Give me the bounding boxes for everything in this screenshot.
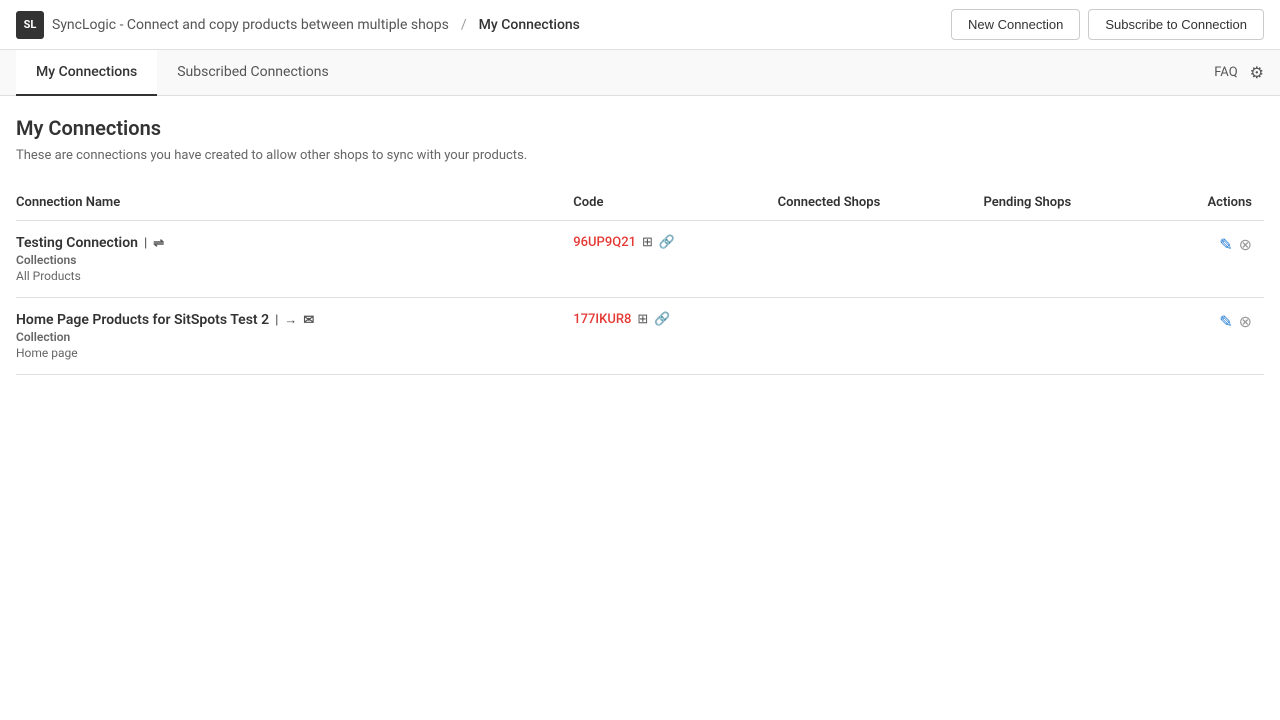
breadcrumb-separator: /	[461, 17, 467, 33]
app-logo: SL	[16, 11, 44, 39]
col-header-code: Code	[573, 187, 777, 221]
header: SL SyncLogic - Connect and copy products…	[0, 0, 1280, 50]
subscribe-to-connection-button[interactable]: Subscribe to Connection	[1088, 9, 1264, 40]
row1-code-cell: 96UP9Q21 ⊞ 🔗	[573, 221, 777, 298]
row2-pipe: |	[275, 313, 278, 328]
row1-edit-icon[interactable]: ✎	[1219, 235, 1232, 254]
row2-link-icon[interactable]: 🔗	[654, 312, 670, 327]
table-row: Testing Connection | ⇌ Collections All P…	[16, 221, 1264, 298]
tabs-container: My Connections Subscribed Connections FA…	[0, 50, 1280, 96]
row2-name-cell: Home Page Products for SitSpots Test 2 |…	[16, 298, 573, 375]
row2-action-icons: ✎ ⊗	[1162, 312, 1252, 331]
tabs: My Connections Subscribed Connections	[16, 50, 349, 95]
row2-arrow-icon: →	[284, 312, 297, 328]
row2-code-value: 177IKUR8 ⊞ 🔗	[573, 312, 765, 327]
app-title: SyncLogic - Connect and copy products be…	[52, 17, 449, 33]
row2-code-cell: 177IKUR8 ⊞ 🔗	[573, 298, 777, 375]
row1-name-cell: Testing Connection | ⇌ Collections All P…	[16, 221, 573, 298]
header-buttons: New Connection Subscribe to Connection	[951, 9, 1264, 40]
row1-actions-cell: ✎ ⊗	[1162, 221, 1264, 298]
row1-type-value: All Products	[16, 269, 561, 283]
row1-action-icons: ✎ ⊗	[1162, 235, 1252, 254]
col-header-name: Connection Name	[16, 187, 573, 221]
col-header-pending-shops: Pending Shops	[984, 187, 1163, 221]
row2-type-value: Home page	[16, 346, 561, 360]
row1-type-label: Collections	[16, 253, 561, 267]
row2-connected-shops	[778, 298, 984, 375]
tab-my-connections[interactable]: My Connections	[16, 50, 157, 96]
main-content: My Connections These are connections you…	[0, 96, 1280, 395]
row2-copy-icon[interactable]: ⊞	[637, 312, 648, 327]
row1-name-icon: |	[144, 236, 147, 251]
col-header-connected-shops: Connected Shops	[778, 187, 984, 221]
connections-table: Connection Name Code Connected Shops Pen…	[16, 187, 1264, 375]
row2-delete-icon[interactable]: ⊗	[1239, 312, 1252, 331]
row1-code-value: 96UP9Q21 ⊞ 🔗	[573, 235, 765, 250]
row1-link-icon[interactable]: 🔗	[659, 235, 675, 250]
breadcrumb-current: My Connections	[479, 17, 580, 33]
row2-edit-icon[interactable]: ✎	[1219, 312, 1232, 331]
row2-mail-icon: ✉	[303, 313, 314, 328]
row1-delete-icon[interactable]: ⊗	[1239, 235, 1252, 254]
tabs-right: FAQ ⚙	[1214, 63, 1264, 82]
row1-connected-shops	[778, 221, 984, 298]
row1-sync-icon: ⇌	[153, 236, 164, 251]
faq-link[interactable]: FAQ	[1214, 65, 1237, 80]
row2-actions-cell: ✎ ⊗	[1162, 298, 1264, 375]
row2-pending-shops	[984, 298, 1163, 375]
row2-type-label: Collection	[16, 330, 561, 344]
table-row: Home Page Products for SitSpots Test 2 |…	[16, 298, 1264, 375]
page-title: My Connections	[16, 116, 1264, 140]
row1-connection-name: Testing Connection | ⇌	[16, 235, 561, 251]
tab-subscribed-connections[interactable]: Subscribed Connections	[157, 50, 348, 96]
new-connection-button[interactable]: New Connection	[951, 9, 1080, 40]
page-description: These are connections you have created t…	[16, 148, 1264, 163]
row1-copy-icon[interactable]: ⊞	[642, 235, 653, 250]
header-left: SL SyncLogic - Connect and copy products…	[16, 11, 580, 39]
row2-connection-name: Home Page Products for SitSpots Test 2 |…	[16, 312, 561, 328]
gear-icon[interactable]: ⚙	[1250, 63, 1264, 82]
row1-pending-shops	[984, 221, 1163, 298]
col-header-actions: Actions	[1162, 187, 1264, 221]
table-header-row: Connection Name Code Connected Shops Pen…	[16, 187, 1264, 221]
